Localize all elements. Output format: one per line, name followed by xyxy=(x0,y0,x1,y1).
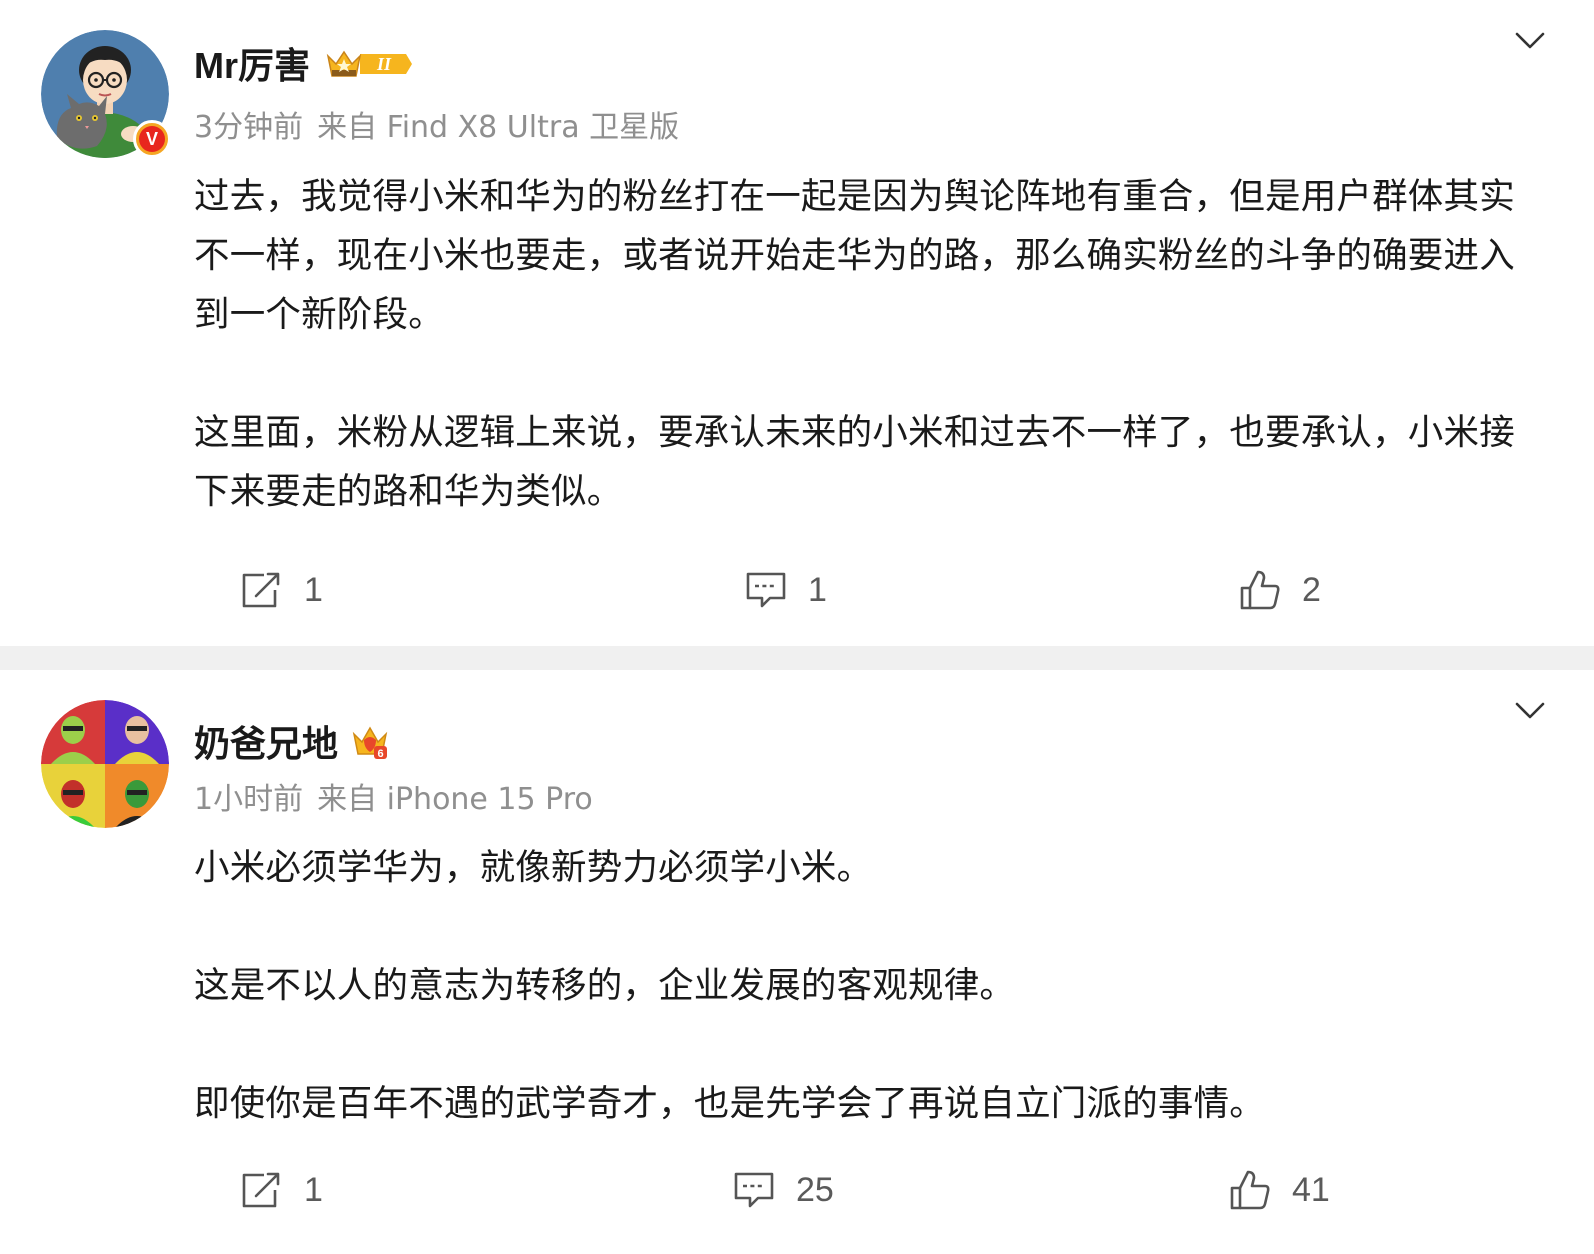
post-paragraph: 即使你是百年不遇的武学奇才，也是先学会了再说自立门派的事情。 xyxy=(194,1083,1266,1124)
avatar[interactable] xyxy=(41,700,169,828)
like-count: 41 xyxy=(1292,1170,1330,1209)
chevron-down-icon xyxy=(1515,702,1545,719)
like-button[interactable]: 41 xyxy=(1228,1160,1330,1220)
post-content: 小米必须学华为，就像新势力必须学小米。 这是不以人的意志为转移的，企业发展的客观… xyxy=(194,838,1524,1133)
svg-text:II: II xyxy=(376,54,392,74)
comment-button[interactable]: 1 xyxy=(744,560,827,620)
post-paragraph: 过去，我觉得小米和华为的粉丝打在一起是因为舆论阵地有重合，但是用户群体其实不一样… xyxy=(194,176,1515,335)
repost-button[interactable]: 1 xyxy=(240,560,323,620)
post-paragraph: 这是不以人的意志为转移的，企业发展的客观规律。 xyxy=(194,965,1016,1006)
verified-badge: V xyxy=(133,120,171,158)
level-badge: 6 xyxy=(350,722,390,766)
verified-v-icon: V xyxy=(139,126,165,152)
post-content: 过去，我觉得小米和华为的粉丝打在一起是因为舆论阵地有重合，但是用户群体其实不一样… xyxy=(194,167,1524,521)
avatar[interactable]: V xyxy=(41,30,171,158)
more-chevron-button[interactable] xyxy=(1512,698,1548,722)
post-source: 来自 iPhone 15 Pro xyxy=(317,782,593,817)
comment-icon xyxy=(746,572,786,608)
username[interactable]: 奶爸兄地 xyxy=(194,722,338,766)
post-time: 1小时前 xyxy=(194,782,304,817)
svg-text:6: 6 xyxy=(377,748,383,760)
comment-count: 25 xyxy=(796,1170,834,1209)
level-badge: II xyxy=(322,46,414,86)
repost-button[interactable]: 1 xyxy=(240,1160,323,1220)
post-meta: 3分钟前 来自 Find X8 Ultra 卫星版 xyxy=(194,108,679,148)
share-icon xyxy=(242,572,280,608)
crown-level-icon: II xyxy=(326,50,412,77)
action-bar: 1 25 41 xyxy=(0,1160,1594,1220)
weibo-post: 奶爸兄地 6 1小时前 来自 iPhone 15 Pro 小米必须学华为，就像新势… xyxy=(0,670,1594,1254)
comment-count: 1 xyxy=(808,570,827,609)
thumbs-up-icon xyxy=(1240,570,1280,610)
avatar-image xyxy=(41,700,169,828)
repost-count: 1 xyxy=(304,1170,323,1209)
share-icon xyxy=(242,1172,280,1208)
chevron-down-icon xyxy=(1515,32,1545,49)
crown-level-icon: 6 xyxy=(352,726,388,760)
author-row: 奶爸兄地 6 xyxy=(194,722,390,766)
repost-count: 1 xyxy=(304,570,323,609)
post-divider xyxy=(0,646,1594,670)
weibo-post: V Mr厉害 II 3分钟前 来自 Find X8 Ultra 卫星版 过去，我觉… xyxy=(0,0,1594,646)
post-paragraph: 小米必须学华为，就像新势力必须学小米。 xyxy=(194,847,873,888)
action-bar: 1 1 2 xyxy=(0,560,1594,620)
like-count: 2 xyxy=(1302,570,1321,609)
post-meta: 1小时前 来自 iPhone 15 Pro xyxy=(194,780,593,820)
more-chevron-button[interactable] xyxy=(1512,28,1548,52)
post-paragraph: 这里面，米粉从逻辑上来说，要承认未来的小米和过去不一样了，也要承认，小米接下来要… xyxy=(194,412,1515,512)
username[interactable]: Mr厉害 xyxy=(194,44,310,88)
comment-button[interactable]: 25 xyxy=(732,1160,834,1220)
author-row: Mr厉害 II xyxy=(194,44,414,88)
like-button[interactable]: 2 xyxy=(1238,560,1321,620)
post-time: 3分钟前 xyxy=(194,110,304,145)
thumbs-up-icon xyxy=(1230,1170,1270,1210)
post-source: 来自 Find X8 Ultra 卫星版 xyxy=(317,110,680,145)
comment-icon xyxy=(734,1172,774,1208)
